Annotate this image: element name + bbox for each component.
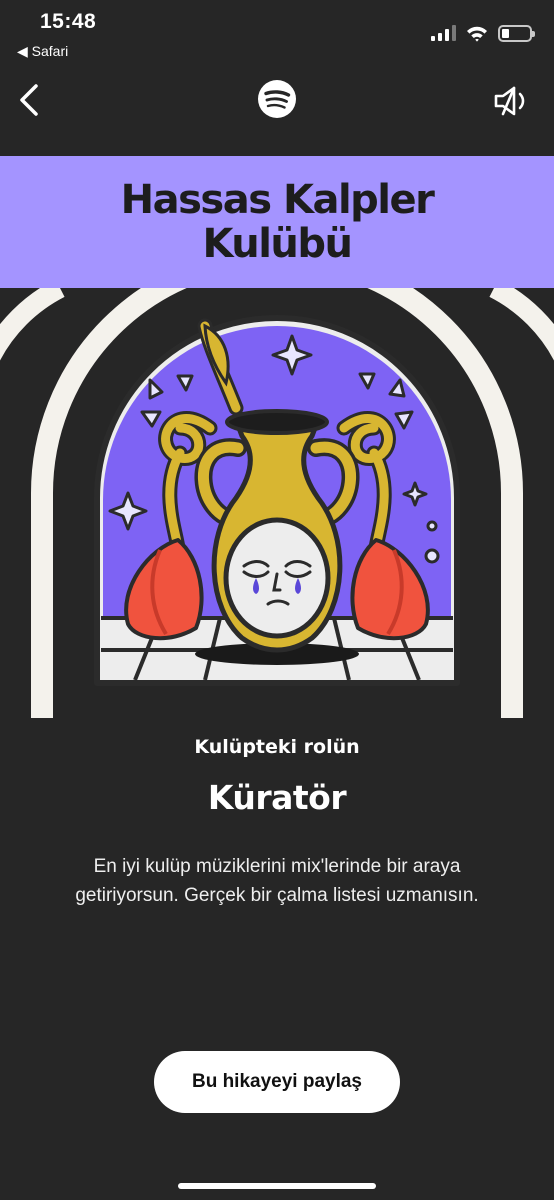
- role-label: Kulüpteki rolün: [194, 736, 360, 758]
- role-name: Küratör: [207, 778, 347, 817]
- cellular-signal-icon: [431, 25, 456, 41]
- status-bar: 15:48 ◀ Safari: [0, 0, 554, 70]
- chevron-left-icon[interactable]: [16, 82, 46, 118]
- club-badge-illustration: [0, 288, 554, 718]
- home-indicator[interactable]: [178, 1183, 376, 1189]
- battery-icon: [498, 24, 535, 42]
- status-icons: [431, 22, 535, 44]
- club-title: Hassas Kalpler Kulübü: [120, 177, 435, 267]
- wifi-icon: [467, 26, 487, 42]
- share-story-button[interactable]: Bu hikayeyi paylaş: [154, 1051, 400, 1113]
- role-description: En iyi kulüp müziklerini mix'lerinde bir…: [75, 856, 479, 906]
- speaker-muted-icon[interactable]: [492, 85, 528, 117]
- status-time: 15:48: [40, 10, 97, 33]
- title-banner: Hassas Kalpler Kulübü: [0, 156, 554, 288]
- spotify-logo-icon[interactable]: [257, 79, 297, 119]
- back-to-safari-link[interactable]: ◀ Safari: [17, 43, 68, 60]
